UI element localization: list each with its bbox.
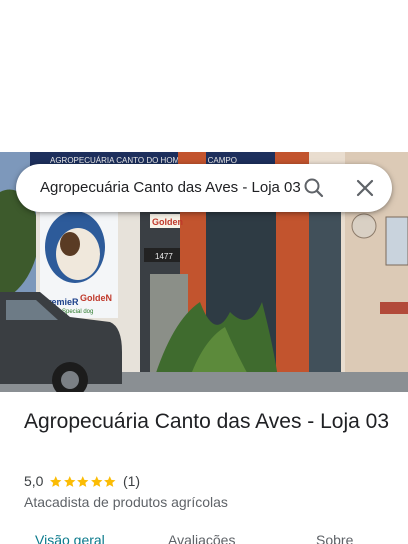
review-count[interactable]: (1) bbox=[123, 473, 140, 489]
rating-row[interactable]: 5,0 (1) bbox=[24, 471, 140, 491]
star-icon bbox=[50, 475, 62, 487]
tab-overview[interactable]: Visão geral bbox=[35, 532, 105, 544]
close-icon[interactable] bbox=[353, 176, 377, 200]
star-icon bbox=[77, 475, 89, 487]
star-rating bbox=[49, 475, 117, 488]
place-category: Atacadista de produtos agrícolas bbox=[24, 494, 228, 510]
star-icon bbox=[64, 475, 76, 487]
special-brand-text: Special dog bbox=[62, 309, 93, 315]
tab-reviews[interactable]: Avaliações bbox=[168, 532, 235, 544]
search-input[interactable]: Agropecuária Canto das Aves - Loja 03 bbox=[40, 164, 304, 212]
golden-brand-text: GoldeN bbox=[80, 293, 112, 303]
star-icon bbox=[91, 475, 103, 487]
search-bar[interactable]: Agropecuária Canto das Aves - Loja 03 bbox=[16, 164, 392, 212]
search-icon[interactable] bbox=[302, 176, 326, 200]
place-title: Agropecuária Canto das Aves - Loja 03 bbox=[24, 410, 390, 433]
tab-bar: Visão geral Avaliações Sobre bbox=[0, 528, 408, 544]
tab-about[interactable]: Sobre bbox=[316, 532, 353, 544]
rating-value: 5,0 bbox=[24, 473, 44, 489]
blank-header-area bbox=[0, 0, 408, 152]
golden-door-sign-text: Golden bbox=[152, 217, 183, 227]
door-number-text: 1477 bbox=[155, 252, 173, 261]
star-icon bbox=[104, 475, 116, 487]
